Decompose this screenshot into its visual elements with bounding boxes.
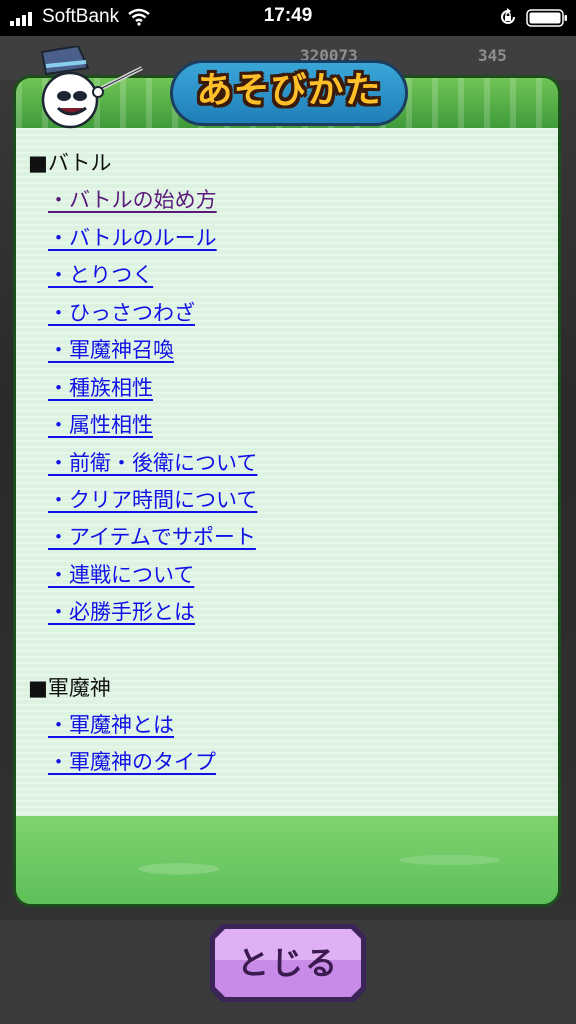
link-victory-pass[interactable]: ・必勝手形とは xyxy=(48,599,195,625)
link-consecutive-battles[interactable]: ・連戦について xyxy=(48,562,194,588)
link-item-support[interactable]: ・アイテムでサポート xyxy=(48,524,256,550)
link-tribe-affinity[interactable]: ・種族相性 xyxy=(48,375,153,401)
link-battle-rules[interactable]: ・バトルのルール xyxy=(48,225,217,251)
link-gunmajin-about[interactable]: ・軍魔神とは xyxy=(48,712,174,738)
link-battle-start[interactable]: ・バトルの始め方 xyxy=(48,187,217,213)
status-bar: SoftBank 17:49 xyxy=(0,0,576,36)
battery-icon xyxy=(526,9,567,27)
link-special-moves[interactable]: ・ひっさつわざ xyxy=(48,300,195,326)
link-possess[interactable]: ・とりつく xyxy=(48,262,153,288)
link-clear-time[interactable]: ・クリア時間について xyxy=(48,487,257,513)
link-gunmajin-types[interactable]: ・軍魔神のタイプ xyxy=(48,749,216,775)
dialog-footer-band xyxy=(16,816,558,904)
link-front-back-row[interactable]: ・前衛・後衛について xyxy=(48,450,257,476)
mascot-character-icon xyxy=(40,46,143,129)
game-stat-2: 345 xyxy=(478,46,507,65)
link-summon[interactable]: ・軍魔神召喚 xyxy=(48,337,174,363)
section-heading-battle: ■バトル xyxy=(28,151,112,175)
close-button-label: とじる xyxy=(236,944,339,982)
section-heading-gunmajin: ■軍魔神 xyxy=(28,676,111,700)
status-time: 17:49 xyxy=(263,5,313,26)
rotation-lock-icon xyxy=(501,8,515,24)
dialog-title: あそびかた xyxy=(196,70,382,111)
link-element-affinity[interactable]: ・属性相性 xyxy=(48,412,153,438)
